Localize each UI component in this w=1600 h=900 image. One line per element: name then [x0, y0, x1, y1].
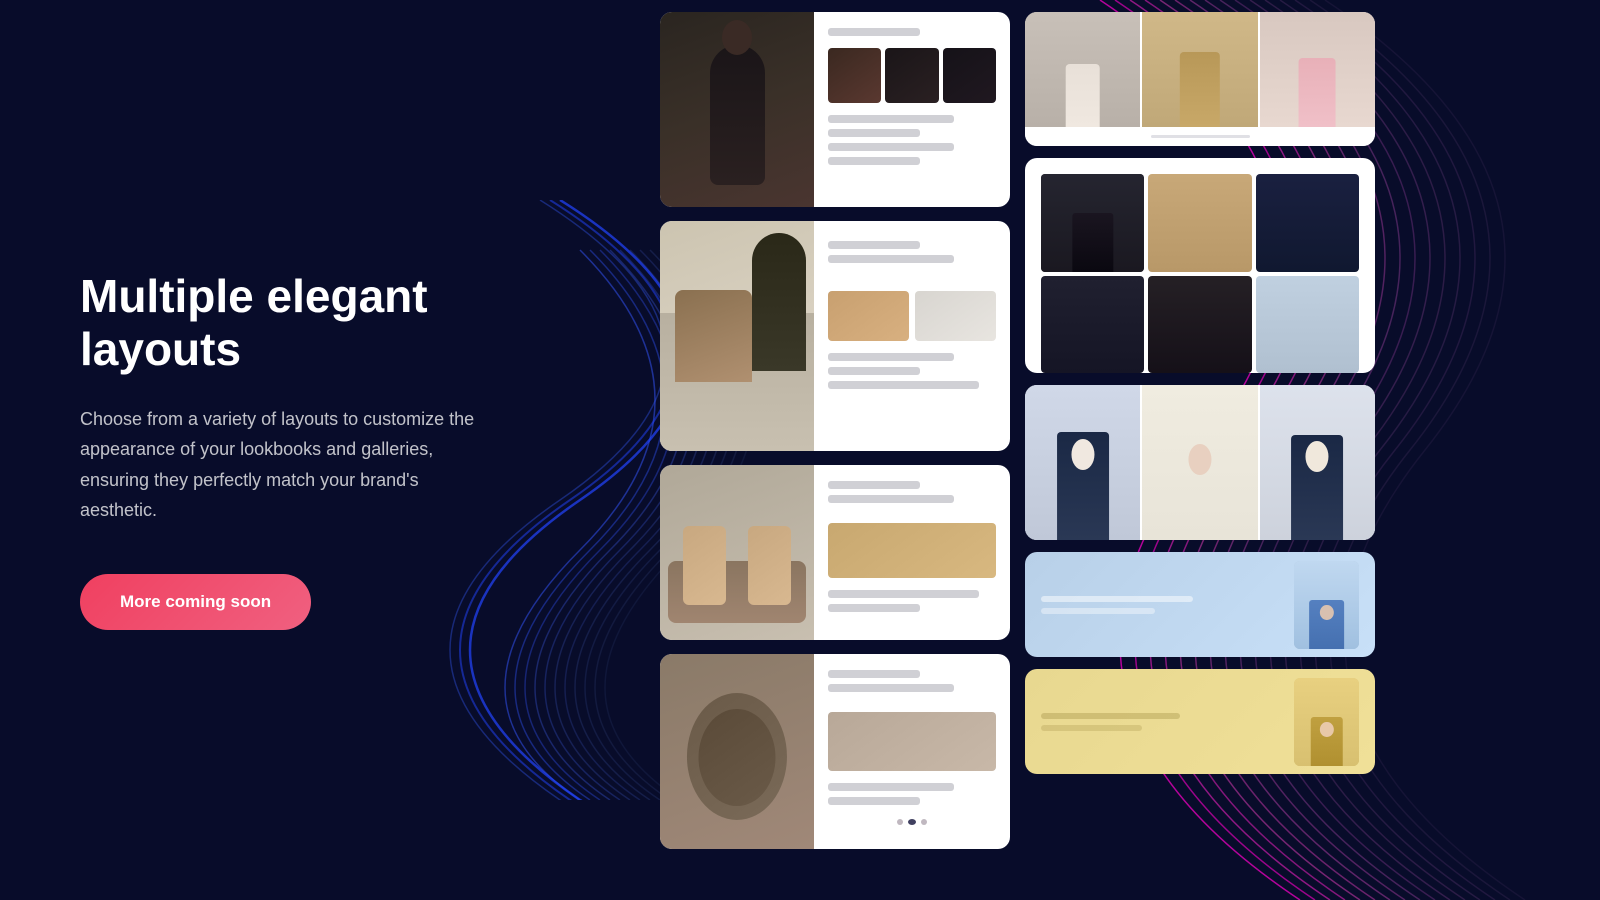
right-card-yellow-split	[1025, 669, 1375, 774]
jacket-img-3	[1260, 385, 1375, 540]
right-column	[1025, 0, 1375, 900]
card-body	[814, 654, 1010, 849]
yellow-split-content	[1025, 669, 1375, 774]
jacket-img-2	[1142, 385, 1257, 540]
fashion-grid	[1041, 174, 1359, 373]
grid-item-1	[1041, 174, 1144, 272]
cta-button[interactable]: More coming soon	[80, 574, 311, 630]
skeleton-line	[1041, 596, 1193, 602]
card-main-image	[660, 465, 814, 640]
dot	[897, 819, 903, 825]
middle-column	[660, 0, 1010, 900]
card-main-image	[660, 654, 814, 849]
furniture-item-img	[828, 523, 996, 578]
right-card-trio-fashion	[1025, 12, 1375, 146]
skeleton-text	[828, 157, 920, 165]
card-body	[814, 465, 1010, 640]
jackets-row	[1025, 385, 1375, 540]
page-description: Choose from a variety of layouts to cust…	[80, 404, 500, 526]
grid-item-2	[1148, 174, 1251, 272]
skeleton-text	[828, 367, 920, 375]
skeleton-text	[828, 684, 954, 692]
trio-img-1	[1025, 12, 1140, 127]
skeleton-text	[828, 115, 954, 123]
skeleton-text	[828, 604, 920, 612]
skeleton-text	[828, 28, 920, 36]
dot	[921, 819, 927, 825]
skeleton-text	[828, 783, 954, 791]
page-title: Multiple elegant layouts	[80, 270, 500, 376]
grid-img-2	[885, 48, 938, 103]
right-card-jackets	[1025, 385, 1375, 540]
yellow-text-area	[1041, 713, 1294, 731]
yellow-person-img	[1294, 678, 1359, 766]
layout-card-interior	[660, 221, 1010, 451]
skeleton-line	[1041, 713, 1180, 719]
layout-card-dining	[660, 654, 1010, 849]
skeleton-text	[828, 241, 920, 249]
blue-person-img	[1294, 561, 1359, 649]
grid-container	[1033, 166, 1367, 373]
skeleton-line	[1041, 608, 1155, 614]
furniture-img-2	[915, 291, 996, 341]
card-main-image	[660, 221, 814, 451]
layout-card-fashion	[660, 12, 1010, 207]
skeleton-text	[828, 670, 920, 678]
card-footer	[1025, 127, 1375, 146]
grid-item-3	[1256, 174, 1359, 272]
trio-img-2	[1142, 12, 1257, 127]
grid-item-5	[1148, 276, 1251, 374]
skeleton-text	[828, 590, 979, 598]
skeleton-text	[828, 797, 920, 805]
blue-split-content	[1025, 552, 1375, 657]
pagination	[828, 811, 996, 833]
jacket-img-1	[1025, 385, 1140, 540]
skeleton-text	[828, 143, 954, 151]
card-main-image	[660, 12, 814, 207]
bottom-bar	[1151, 135, 1250, 138]
skeleton-text	[828, 353, 954, 361]
trio-row	[1025, 12, 1375, 127]
skeleton-text	[828, 495, 954, 503]
skeleton-text	[828, 481, 920, 489]
card-body	[814, 12, 1010, 207]
right-card-fashion-grid	[1025, 158, 1375, 373]
grid-img-3	[943, 48, 996, 103]
card-body	[814, 221, 1010, 451]
blue-text-area	[1041, 596, 1294, 614]
skeleton-text	[828, 255, 954, 263]
bowl-img	[828, 712, 996, 771]
grid-img-1	[828, 48, 881, 103]
trio-img-3	[1260, 12, 1375, 127]
right-card-blue-split	[1025, 552, 1375, 657]
layout-card-furniture	[660, 465, 1010, 640]
grid-item-6	[1256, 276, 1359, 374]
skeleton-text	[828, 381, 979, 389]
skeleton-line	[1041, 725, 1142, 731]
skeleton-text	[828, 129, 920, 137]
grid-item-4	[1041, 276, 1144, 374]
dot-active	[908, 819, 916, 825]
left-panel: Multiple elegant layouts Choose from a v…	[0, 0, 580, 900]
furniture-img-1	[828, 291, 909, 341]
